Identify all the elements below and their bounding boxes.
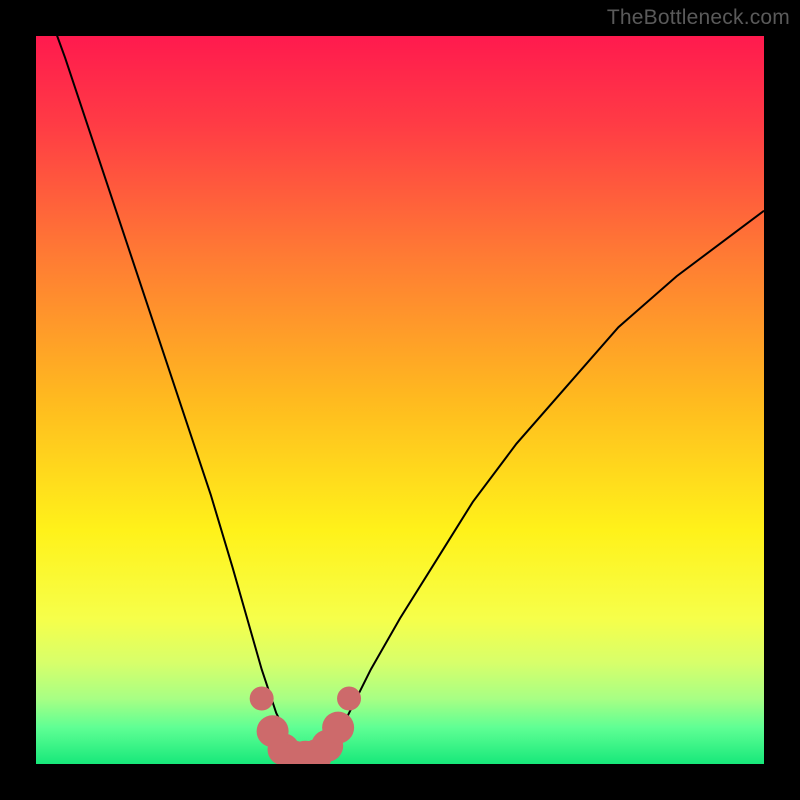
plot-area [36, 36, 764, 764]
watermark-label: TheBottleneck.com [607, 6, 790, 30]
background-gradient [36, 36, 764, 764]
chart-frame: TheBottleneck.com [0, 0, 800, 800]
